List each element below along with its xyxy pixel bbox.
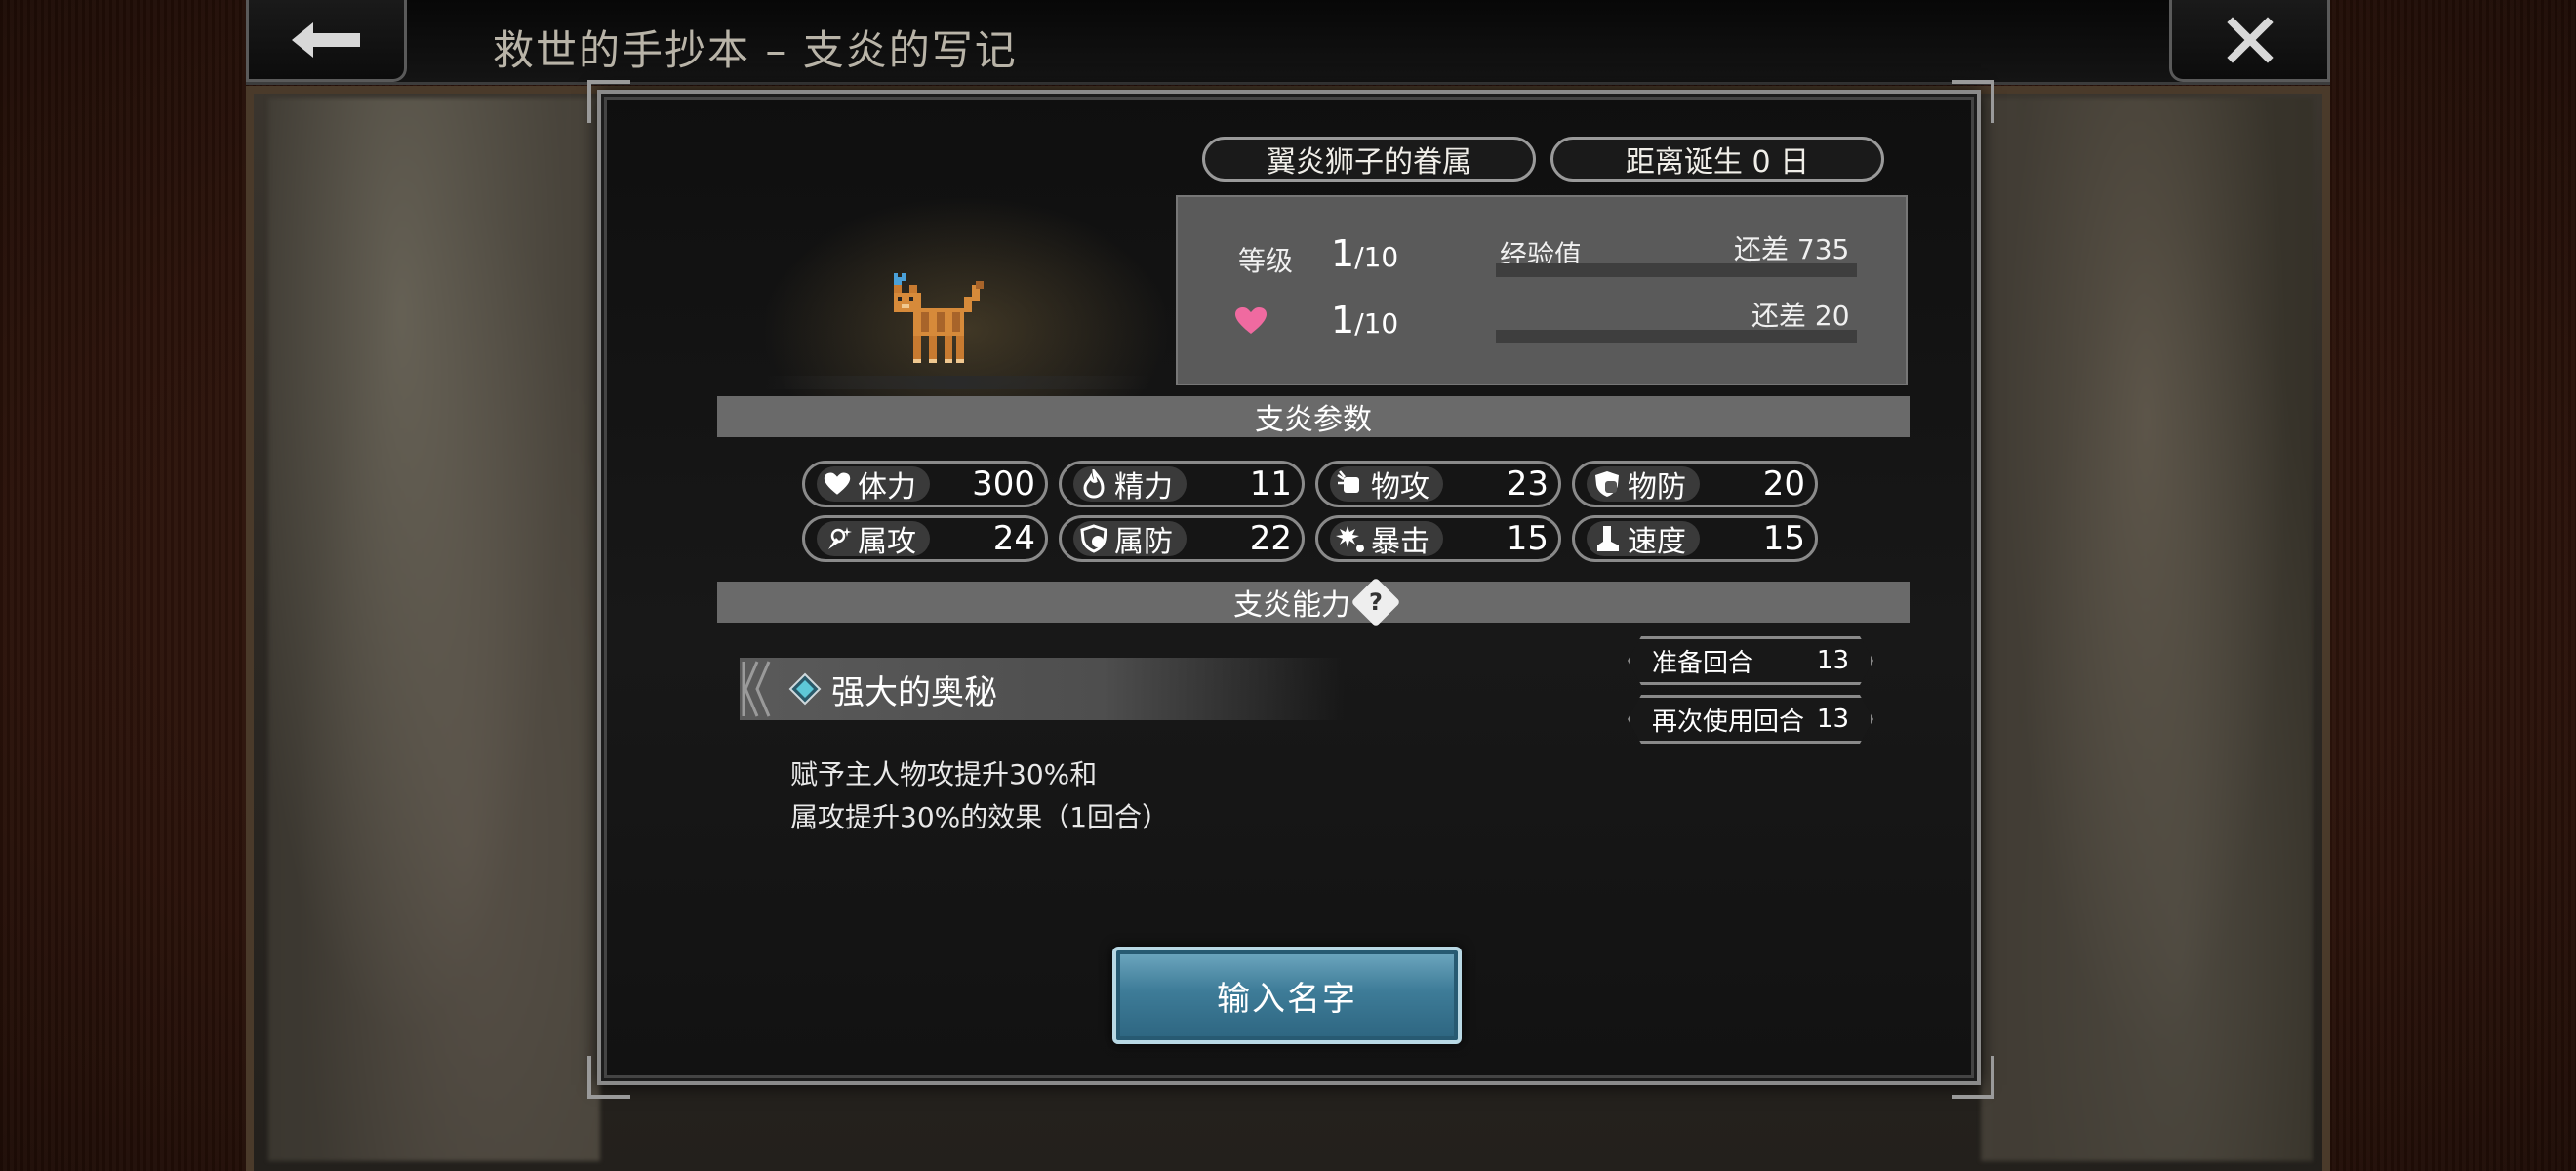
stat-value: 300 <box>972 464 1035 504</box>
stat-value: 20 <box>1762 464 1805 504</box>
affection-remaining: 还差 20 <box>1751 300 1850 332</box>
enter-name-button[interactable]: 输入名字 <box>1112 947 1462 1044</box>
stat-value: 23 <box>1506 464 1549 504</box>
ability-header: 支炎能力 ? <box>717 577 1910 627</box>
stat-label-wrap: 属防 <box>1073 521 1187 559</box>
stat-value: 11 <box>1249 464 1292 504</box>
level-value: 1/10 <box>1331 232 1399 275</box>
skill-description: 赋予主人物攻提升30%和 属攻提升30%的效果（1回合） <box>790 753 1169 839</box>
heart-icon <box>823 469 852 499</box>
stat-value: 15 <box>1506 519 1549 558</box>
stat-value: 15 <box>1762 519 1805 558</box>
skill-title-bar: 强大的奥秘 <box>740 658 1345 720</box>
diamond-icon <box>788 672 822 706</box>
stat-cell: 物攻 23 <box>1315 461 1561 507</box>
shield-icon <box>1592 469 1622 499</box>
panel-corner-ornament <box>1952 1056 1994 1099</box>
stat-cell: 属攻 24 <box>802 515 1048 562</box>
help-icon[interactable]: ? <box>1350 577 1401 627</box>
close-icon <box>2226 16 2274 63</box>
affection-value: 1/10 <box>1331 299 1399 342</box>
reuse-value: 13 <box>1816 705 1849 734</box>
stat-cell: 属防 22 <box>1059 515 1305 562</box>
stat-name: 速度 <box>1628 525 1686 559</box>
fist-icon <box>1336 469 1365 499</box>
reuse-label: 再次使用回合 <box>1652 707 1805 737</box>
skill-desc-line: 赋予主人物攻提升30%和 <box>790 758 1098 790</box>
back-button[interactable] <box>246 0 407 82</box>
stat-cell: 物防 20 <box>1572 461 1818 507</box>
magic-shield-icon <box>1079 524 1108 553</box>
page-title: 救世的手抄本 – 支炎的写记 <box>493 26 1018 74</box>
stat-name: 物防 <box>1628 470 1686 505</box>
stat-cell: 速度 15 <box>1572 515 1818 562</box>
stat-label-wrap: 精力 <box>1073 466 1187 505</box>
prep-label: 准备回合 <box>1652 648 1754 678</box>
stat-cell: 体力 300 <box>802 461 1048 507</box>
prep-rounds: 准备回合 13 <box>1628 636 1873 685</box>
blurred-book-right <box>1981 98 2313 1161</box>
stat-name: 体力 <box>858 470 916 505</box>
affection-bar <box>1496 330 1857 343</box>
stat-label-wrap: 体力 <box>817 466 930 505</box>
exp-bar <box>1496 263 1857 277</box>
stat-name: 属攻 <box>858 525 916 559</box>
stat-label-wrap: 物攻 <box>1330 466 1443 505</box>
stat-value: 22 <box>1249 519 1292 558</box>
stat-name: 精力 <box>1114 470 1173 505</box>
origin-badge: 翼炎狮子的眷属 <box>1202 137 1536 182</box>
pet-cat-sprite <box>894 273 984 363</box>
prep-value: 13 <box>1816 646 1849 675</box>
flame-icon <box>1079 469 1108 499</box>
level-label: 等级 <box>1238 245 1294 277</box>
stat-label-wrap: 属攻 <box>817 521 930 559</box>
pet-floor <box>761 376 1151 389</box>
heart-icon <box>1235 307 1267 334</box>
panel-corner-ornament <box>1952 80 1994 123</box>
blurred-book-left <box>268 98 600 1161</box>
skill-desc-line: 属攻提升30%的效果（1回合） <box>790 801 1170 833</box>
stat-name: 物攻 <box>1371 470 1429 505</box>
close-button[interactable] <box>2169 0 2330 82</box>
skill-name: 强大的奥秘 <box>831 672 997 712</box>
stat-cell: 暴击 15 <box>1315 515 1561 562</box>
stat-value: 24 <box>992 519 1035 558</box>
stat-label-wrap: 暴击 <box>1330 521 1443 559</box>
burst-icon <box>1336 524 1365 553</box>
exp-remaining: 还差 735 <box>1734 233 1850 265</box>
level-box: 等级 1/10 经验值 还差 735 1/10 还差 20 <box>1176 195 1908 385</box>
panel-corner-ornament <box>587 80 630 123</box>
boot-icon <box>1592 524 1622 553</box>
birth-badge: 距离诞生 0 日 <box>1550 137 1884 182</box>
stat-label-wrap: 速度 <box>1587 521 1700 559</box>
reuse-rounds: 再次使用回合 13 <box>1628 695 1873 744</box>
magic-hand-icon <box>823 524 852 553</box>
stat-name: 暴击 <box>1371 525 1429 559</box>
params-header: 支炎参数 <box>717 396 1910 437</box>
back-arrow-icon <box>291 21 360 58</box>
ability-title: 支炎能力 <box>1233 588 1350 623</box>
stat-cell: 精力 11 <box>1059 461 1305 507</box>
stat-name: 属防 <box>1114 525 1173 559</box>
stat-label-wrap: 物防 <box>1587 466 1700 505</box>
skill-bar-chevron-icon <box>742 661 771 717</box>
panel-corner-ornament <box>587 1056 630 1099</box>
